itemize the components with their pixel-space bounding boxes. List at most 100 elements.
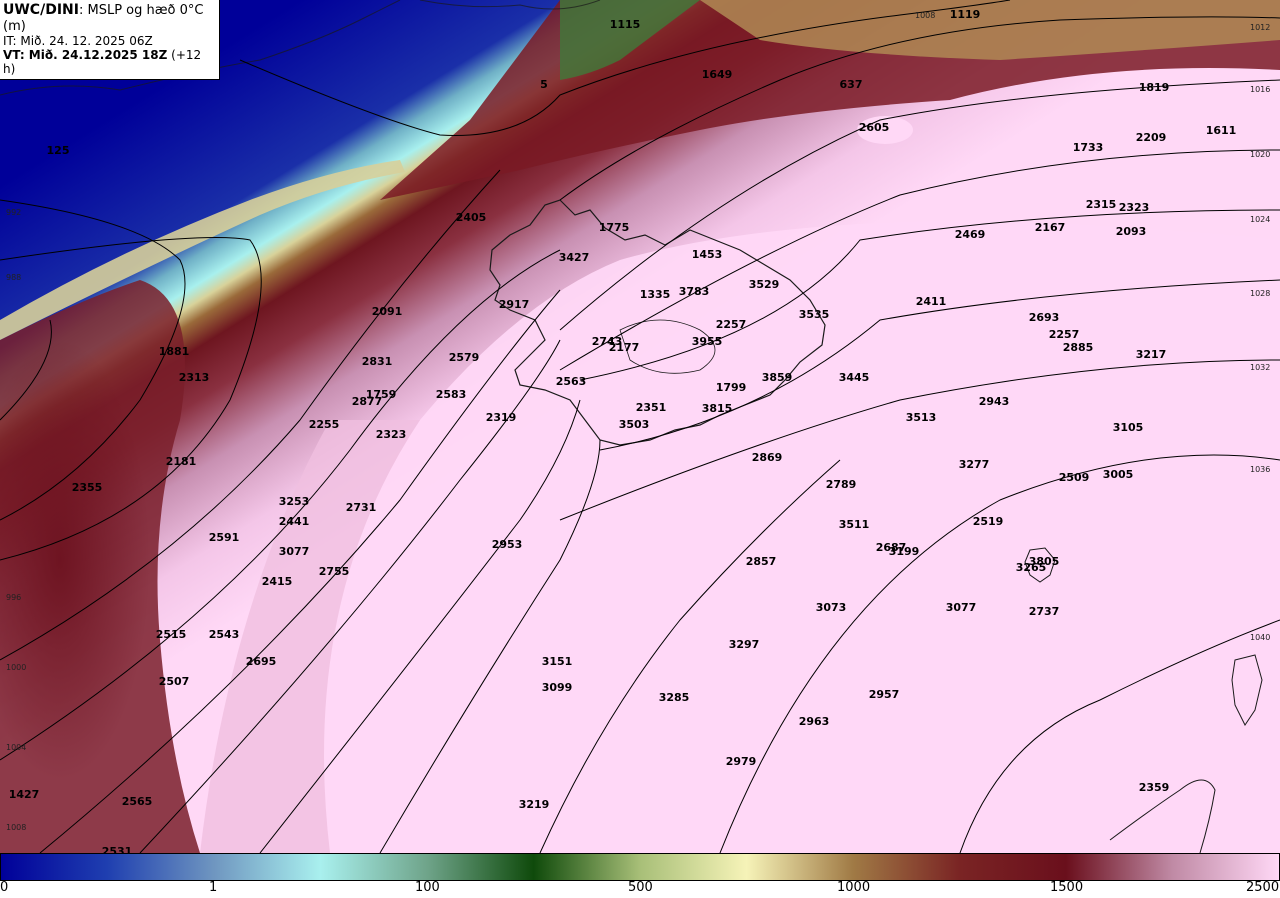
height-label: 1733 [1073,141,1104,154]
isobar-label: 1020 [1250,150,1270,159]
height-label: 3805 [1029,555,1060,568]
height-label: 2563 [556,375,587,388]
height-label: 2953 [492,538,523,551]
map-title: UWC/DINI: MSLP og hæð 0°C (m) [3,2,215,34]
height-label: 125 [47,144,70,157]
colorbar-tick-label: 0 [0,880,9,895]
height-label: 3253 [279,495,310,508]
height-label: 3077 [946,601,977,614]
isobar-label: 1008 [6,823,26,832]
height-label: 2319 [486,411,517,424]
height-label: 3955 [692,335,723,348]
height-label: 2519 [973,515,1004,528]
height-label: 3219 [519,798,550,811]
height-label: 2591 [209,531,240,544]
height-label: 2209 [1136,131,1167,144]
height-label: 2857 [746,555,777,568]
height-label: 3511 [839,518,870,531]
colorbar-tick-label: 100 [415,880,440,895]
isobar-label: 1024 [1250,215,1270,224]
height-label: 3297 [729,638,760,651]
weather-map: 1008 1012 1016 1020 1024 1028 1032 1036 … [0,0,1280,853]
init-time: IT: Mið. 24. 12. 2025 06Z [3,33,153,48]
model-name: UWC/DINI [3,2,79,18]
isobar-label: 996 [6,593,21,602]
height-label: 3513 [906,411,937,424]
height-label: 3151 [542,655,573,668]
height-label: 3285 [659,691,690,704]
height-label: 1115 [610,18,641,31]
height-label: 2943 [979,395,1010,408]
colorbar-tick-label: 500 [628,880,653,895]
height-label: 3445 [839,371,870,384]
height-label: 2515 [156,628,187,641]
height-label: 2885 [1063,341,1094,354]
height-label: 3005 [1103,468,1134,481]
height-label: 2831 [362,355,393,368]
height-label: 2255 [309,418,340,431]
height-label: 3073 [816,601,847,614]
colorbar-tick-label: 1500 [1050,880,1084,895]
height-label: 2411 [916,295,947,308]
height-label: 2405 [456,211,487,224]
height-label: 3217 [1136,348,1167,361]
height-label: 1335 [640,288,671,301]
height-label: 2415 [262,575,293,588]
height-label: 3427 [559,251,590,264]
isobar-label: 1004 [6,743,26,752]
height-label: 2579 [449,351,480,364]
height-label: 3783 [679,285,710,298]
height-label: 2507 [159,675,190,688]
valid-time: VT: Mið. 24.12.2025 18Z (+12 h) [3,48,215,76]
height-label: 2731 [346,501,377,514]
height-label: 2167 [1035,221,1066,234]
height-label: 3859 [762,371,793,384]
height-label: 1799 [716,381,747,394]
height-label: 2963 [799,715,830,728]
height-label: 1427 [9,788,40,801]
height-label: 3105 [1113,421,1144,434]
height-label: 2359 [1139,781,1170,794]
height-label: 2351 [636,401,667,414]
height-label: 1819 [1139,81,1170,94]
height-label: 1649 [702,68,733,81]
isobar-label: 1040 [1250,633,1270,642]
height-label: 1119 [950,8,981,21]
height-label: 2091 [372,305,403,318]
height-label: 1775 [599,221,630,234]
height-label: 2605 [859,121,890,134]
height-label: 3529 [749,278,780,291]
isobar-label: 992 [6,208,21,217]
height-label: 2315 [1086,198,1117,211]
isobar-label: 988 [6,273,21,282]
height-label: 2695 [246,655,277,668]
height-label: 2181 [166,455,197,468]
height-label: 2313 [179,371,210,384]
colorbar-tick-label: 1 [209,880,218,895]
height-label: 2565 [122,795,153,808]
valid-time-value: VT: Mið. 24.12.2025 18Z [3,48,168,62]
height-label: 2957 [869,688,900,701]
height-label: 2917 [499,298,530,311]
height-label: 5 [540,78,548,91]
height-label: 1759 [366,388,397,401]
height-label: 2789 [826,478,857,491]
isobar-label: 1012 [1250,23,1270,32]
height-label: 2323 [1119,201,1150,214]
height-label: 3199 [889,545,920,558]
height-label: 1453 [692,248,723,261]
isobar-label: 1036 [1250,465,1270,474]
height-label: 2869 [752,451,783,464]
colorbar-tick-label: 2500 [1246,880,1280,895]
height-label: 2737 [1029,605,1060,618]
height-label: 3815 [702,402,733,415]
height-label: 1881 [159,345,190,358]
height-label: 2531 [102,845,133,853]
height-label: 2323 [376,428,407,441]
height-label: 3535 [799,308,830,321]
colorbar [0,853,1280,881]
map-info-box: UWC/DINI: MSLP og hæð 0°C (m) IT: Mið. 2… [0,0,220,81]
height-label: 2257 [1049,328,1080,341]
height-label: 3077 [279,545,310,558]
height-label: 3099 [542,681,573,694]
